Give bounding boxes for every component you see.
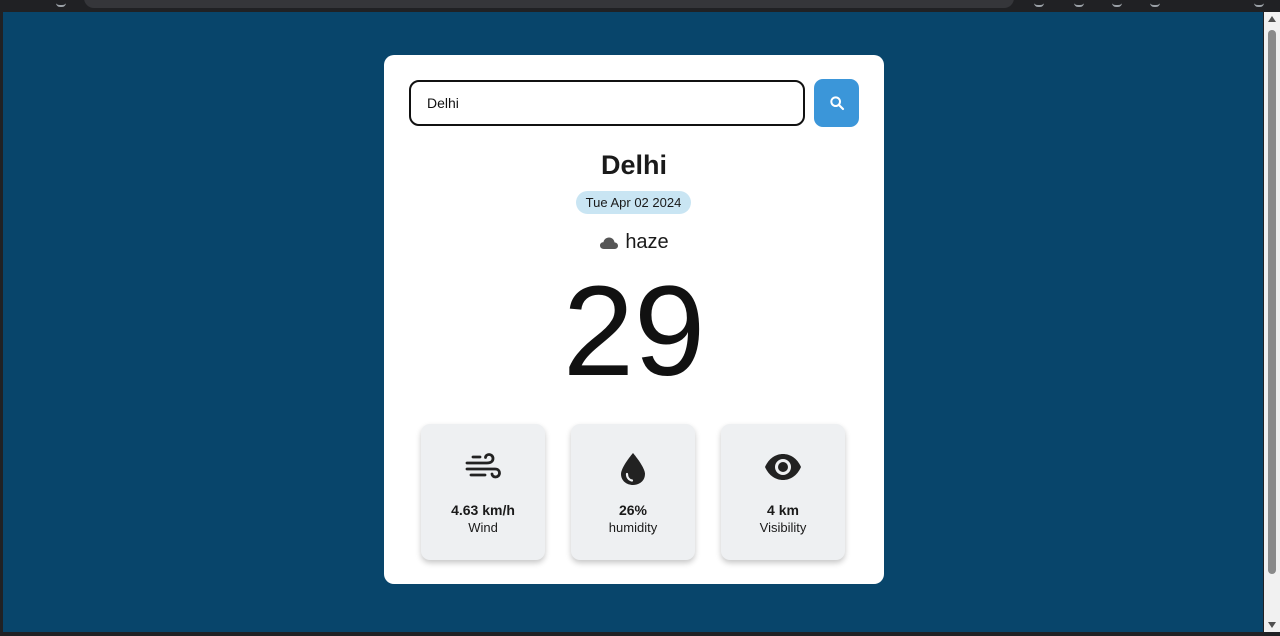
- weather-condition: haze: [384, 231, 884, 257]
- scroll-up-arrow-icon[interactable]: [1268, 16, 1276, 22]
- water-drop-icon: [621, 453, 645, 485]
- wind-stat-tile: 4.63 km/h Wind: [421, 424, 545, 560]
- scrollbar-thumb[interactable]: [1268, 30, 1276, 574]
- visibility-label: Visibility: [759, 520, 807, 535]
- search-icon: [829, 96, 844, 111]
- wind-value: 4.63 km/h: [451, 502, 515, 518]
- profile-icon[interactable]: [1254, 0, 1264, 7]
- cloud-icon: [600, 237, 619, 249]
- window-bottom-edge: [0, 632, 1280, 636]
- browser-toolbar: [0, 0, 1280, 12]
- humidity-stat-tile: 26% humidity: [571, 424, 695, 560]
- weather-card: Delhi Tue Apr 02 2024 haze 29 4.63 km/h …: [384, 55, 884, 584]
- wind-label: Wind: [468, 520, 498, 535]
- reload-icon[interactable]: [56, 0, 66, 7]
- collections-icon[interactable]: [1150, 0, 1160, 7]
- humidity-value: 26%: [618, 502, 648, 518]
- address-bar[interactable]: [84, 0, 1014, 8]
- split-view-icon[interactable]: [1074, 0, 1084, 7]
- favorites-icon[interactable]: [1112, 0, 1122, 7]
- city-name: Delhi: [600, 150, 667, 180]
- condition-text: haze: [625, 231, 669, 253]
- temperature: 29: [562, 260, 706, 403]
- vertical-scrollbar[interactable]: [1264, 12, 1280, 632]
- humidity-label: humidity: [608, 520, 658, 535]
- extension-icon[interactable]: [1034, 0, 1044, 7]
- city-search-input[interactable]: [409, 80, 805, 126]
- visibility-stat-tile: 4 km Visibility: [721, 424, 845, 560]
- date-badge: Tue Apr 02 2024: [576, 191, 691, 214]
- eye-icon: [765, 454, 801, 480]
- page-viewport: Delhi Tue Apr 02 2024 haze 29 4.63 km/h …: [3, 12, 1263, 632]
- scroll-down-arrow-icon[interactable]: [1268, 622, 1276, 628]
- search-button[interactable]: [814, 79, 859, 127]
- visibility-value: 4 km: [767, 502, 799, 518]
- wind-icon: [465, 453, 501, 479]
